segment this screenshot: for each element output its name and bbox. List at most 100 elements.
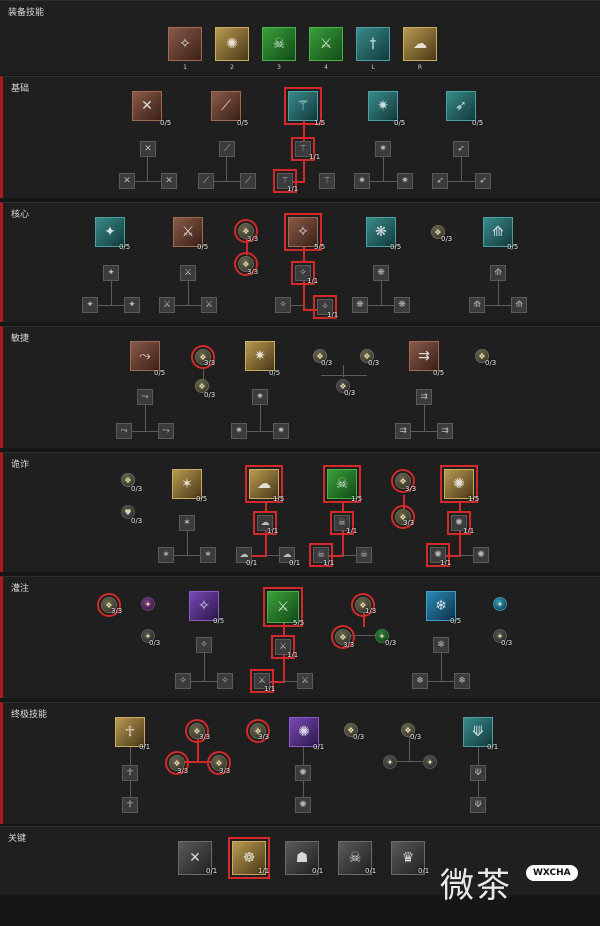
skill-enhancement[interactable]: ⤳ [137,389,153,405]
skill-rank: 1/1 [307,277,319,285]
equipped-skill-slot-2[interactable]: ✺ [215,27,249,61]
upgrade-icon: ✷ [277,426,285,436]
skill-rank: 0/3 [149,639,161,647]
skill-rank: 0/3 [485,359,497,367]
upgrade-icon: ⤳ [120,426,128,436]
slash-icon: ⟋ [221,98,231,114]
skill-upgrade[interactable]: ❋ [394,297,410,313]
skill-enhancement[interactable]: ⚔ [180,265,196,281]
passive-icon: ✦ [144,599,152,609]
skill-upgrade[interactable]: ⟋ [240,173,256,189]
skill-enhancement[interactable]: ❄ [433,637,449,653]
skill-basic-1[interactable]: ✕ [132,91,162,121]
skill-enhancement[interactable]: ❋ [373,265,389,281]
skill-agility-2[interactable]: ✷ [245,341,275,371]
passive-icon: ✦ [386,757,394,767]
skill-enhancement[interactable]: ⇉ [416,389,432,405]
sword-icon: † [369,36,377,52]
skill-upgrade[interactable]: ✶ [200,547,216,563]
skill-upgrade[interactable]: ✺ [473,547,489,563]
slot-key-label: 1 [183,64,187,71]
equipped-skill-slot-1[interactable]: ✧ [168,27,202,61]
skill-ultimate-passive-8[interactable]: ✦ [423,755,437,769]
skill-enhancement[interactable]: ☥ [122,765,138,781]
upgrade-icon: ✺ [477,550,485,560]
skill-rank: 3/3 [258,733,270,741]
skill-ultimate-passive-7[interactable]: ✦ [383,755,397,769]
skill-rank: 1/1 [327,311,339,319]
skill-rank: 0/1 [139,743,151,751]
skill-basic-5[interactable]: ➶ [446,91,476,121]
equipped-skill-slot-3[interactable]: ☠ [262,27,296,61]
skill-enhancement[interactable]: ✶ [179,515,195,531]
skill-enhancement[interactable]: ✦ [103,265,119,281]
skill-upgrade[interactable]: ⟰ [469,297,485,313]
skill-upgrade[interactable]: ✷ [273,423,289,439]
skill-upgrade[interactable]: ✺ [295,797,311,813]
skill-rank: 0/3 [353,733,365,741]
skill-rank: 3/3 [204,359,216,367]
skill-upgrade[interactable]: ✶ [158,547,174,563]
skill-upgrade[interactable]: ➶ [432,173,448,189]
equipped-skill-slot-l[interactable]: † [356,27,390,61]
equipped-skill-slot-4[interactable]: ⚔ [309,27,343,61]
skill-rank: 1/1 [309,153,321,161]
skill-upgrade[interactable]: ⤳ [158,423,174,439]
skill-upgrade[interactable]: ✷ [231,423,247,439]
skill-imbue-passive-2[interactable]: ✦ [141,597,155,611]
skill-upgrade[interactable]: ✕ [161,173,177,189]
skill-agility-3[interactable]: ⇉ [409,341,439,371]
skill-enhancement[interactable]: ✧ [196,637,212,653]
skill-upgrade[interactable]: ⟰ [511,297,527,313]
skill-upgrade[interactable]: ✷ [354,173,370,189]
skill-upgrade[interactable]: ❄ [412,673,428,689]
skill-enhancement[interactable]: ✺ [295,765,311,781]
skill-enhancement[interactable]: ⟋ [219,141,235,157]
skill-upgrade[interactable]: ❋ [352,297,368,313]
upgrade-icon: ✧ [221,676,229,686]
skill-upgrade[interactable]: ⚔ [159,297,175,313]
skill-upgrade[interactable]: ✧ [175,673,191,689]
section-title: 关键 [8,834,27,844]
skill-agility-1[interactable]: ⤳ [130,341,160,371]
skill-upgrade[interactable]: ✦ [124,297,140,313]
skill-upgrade[interactable]: ⟋ [198,173,214,189]
skill-upgrade[interactable]: ✦ [82,297,98,313]
skill-upgrade[interactable]: ➶ [475,173,491,189]
skill-basic-3[interactable]: ⚚ [284,87,322,125]
blade-fan-icon: ✧ [179,36,191,52]
skill-enhancement[interactable]: ✷ [252,389,268,405]
skill-upgrade[interactable]: ⟱ [470,797,486,813]
upgrade-icon: ❋ [398,300,406,310]
skill-basic-4[interactable]: ✷ [368,91,398,121]
skill-upgrade[interactable]: ⇉ [437,423,453,439]
skill-upgrade[interactable]: ⚔ [201,297,217,313]
skill-upgrade[interactable]: ✷ [397,173,413,189]
skill-upgrade[interactable]: ⇉ [395,423,411,439]
skill-enhancement[interactable]: ⟰ [490,265,506,281]
skill-enhancement[interactable]: ⟱ [470,765,486,781]
section-subterfuge: 诡诈 ❖ 0/3 ♥ 0/3 ✶ 0/5 ☁ 1/5 ☠ 1/5 ❖ 3/3 ❖… [0,452,600,572]
skill-upgrade[interactable]: ⤳ [116,423,132,439]
skill-upgrade[interactable]: ✧ [275,297,291,313]
equipped-skill-slot-r[interactable]: ☁ [403,27,437,61]
skill-upgrade[interactable]: ✧ [217,673,233,689]
skill-upgrade[interactable]: ☠ [356,547,372,563]
skill-rank: 0/1 [246,559,258,567]
skill-enhancement[interactable]: ➶ [453,141,469,157]
skill-enhancement[interactable]: ✕ [140,141,156,157]
skill-basic-2[interactable]: ⟋ [211,91,241,121]
skill-upgrade[interactable]: ☥ [122,797,138,813]
skill-rank: 0/5 [213,617,225,625]
skill-upgrade[interactable]: ⚚ [319,173,335,189]
skill-rank: 1/5 [273,495,285,503]
skill-rank: 1/1 [258,867,270,875]
enhance-icon: ⤳ [141,392,149,402]
skill-rank: 0/3 [131,517,143,525]
skill-upgrade[interactable]: ⚔ [297,673,313,689]
skill-enhancement[interactable]: ✷ [375,141,391,157]
skill-upgrade[interactable]: ❄ [454,673,470,689]
section-core: 核心 ✦ 0/5 ⚔ 0/5 ❖ 3/3 ❖ 3/3 ✧ 5/5 ❋ 0/5 ❖… [0,202,600,322]
skill-upgrade[interactable]: ✕ [119,173,135,189]
skill-imbue-passive-7[interactable]: ✦ [493,597,507,611]
